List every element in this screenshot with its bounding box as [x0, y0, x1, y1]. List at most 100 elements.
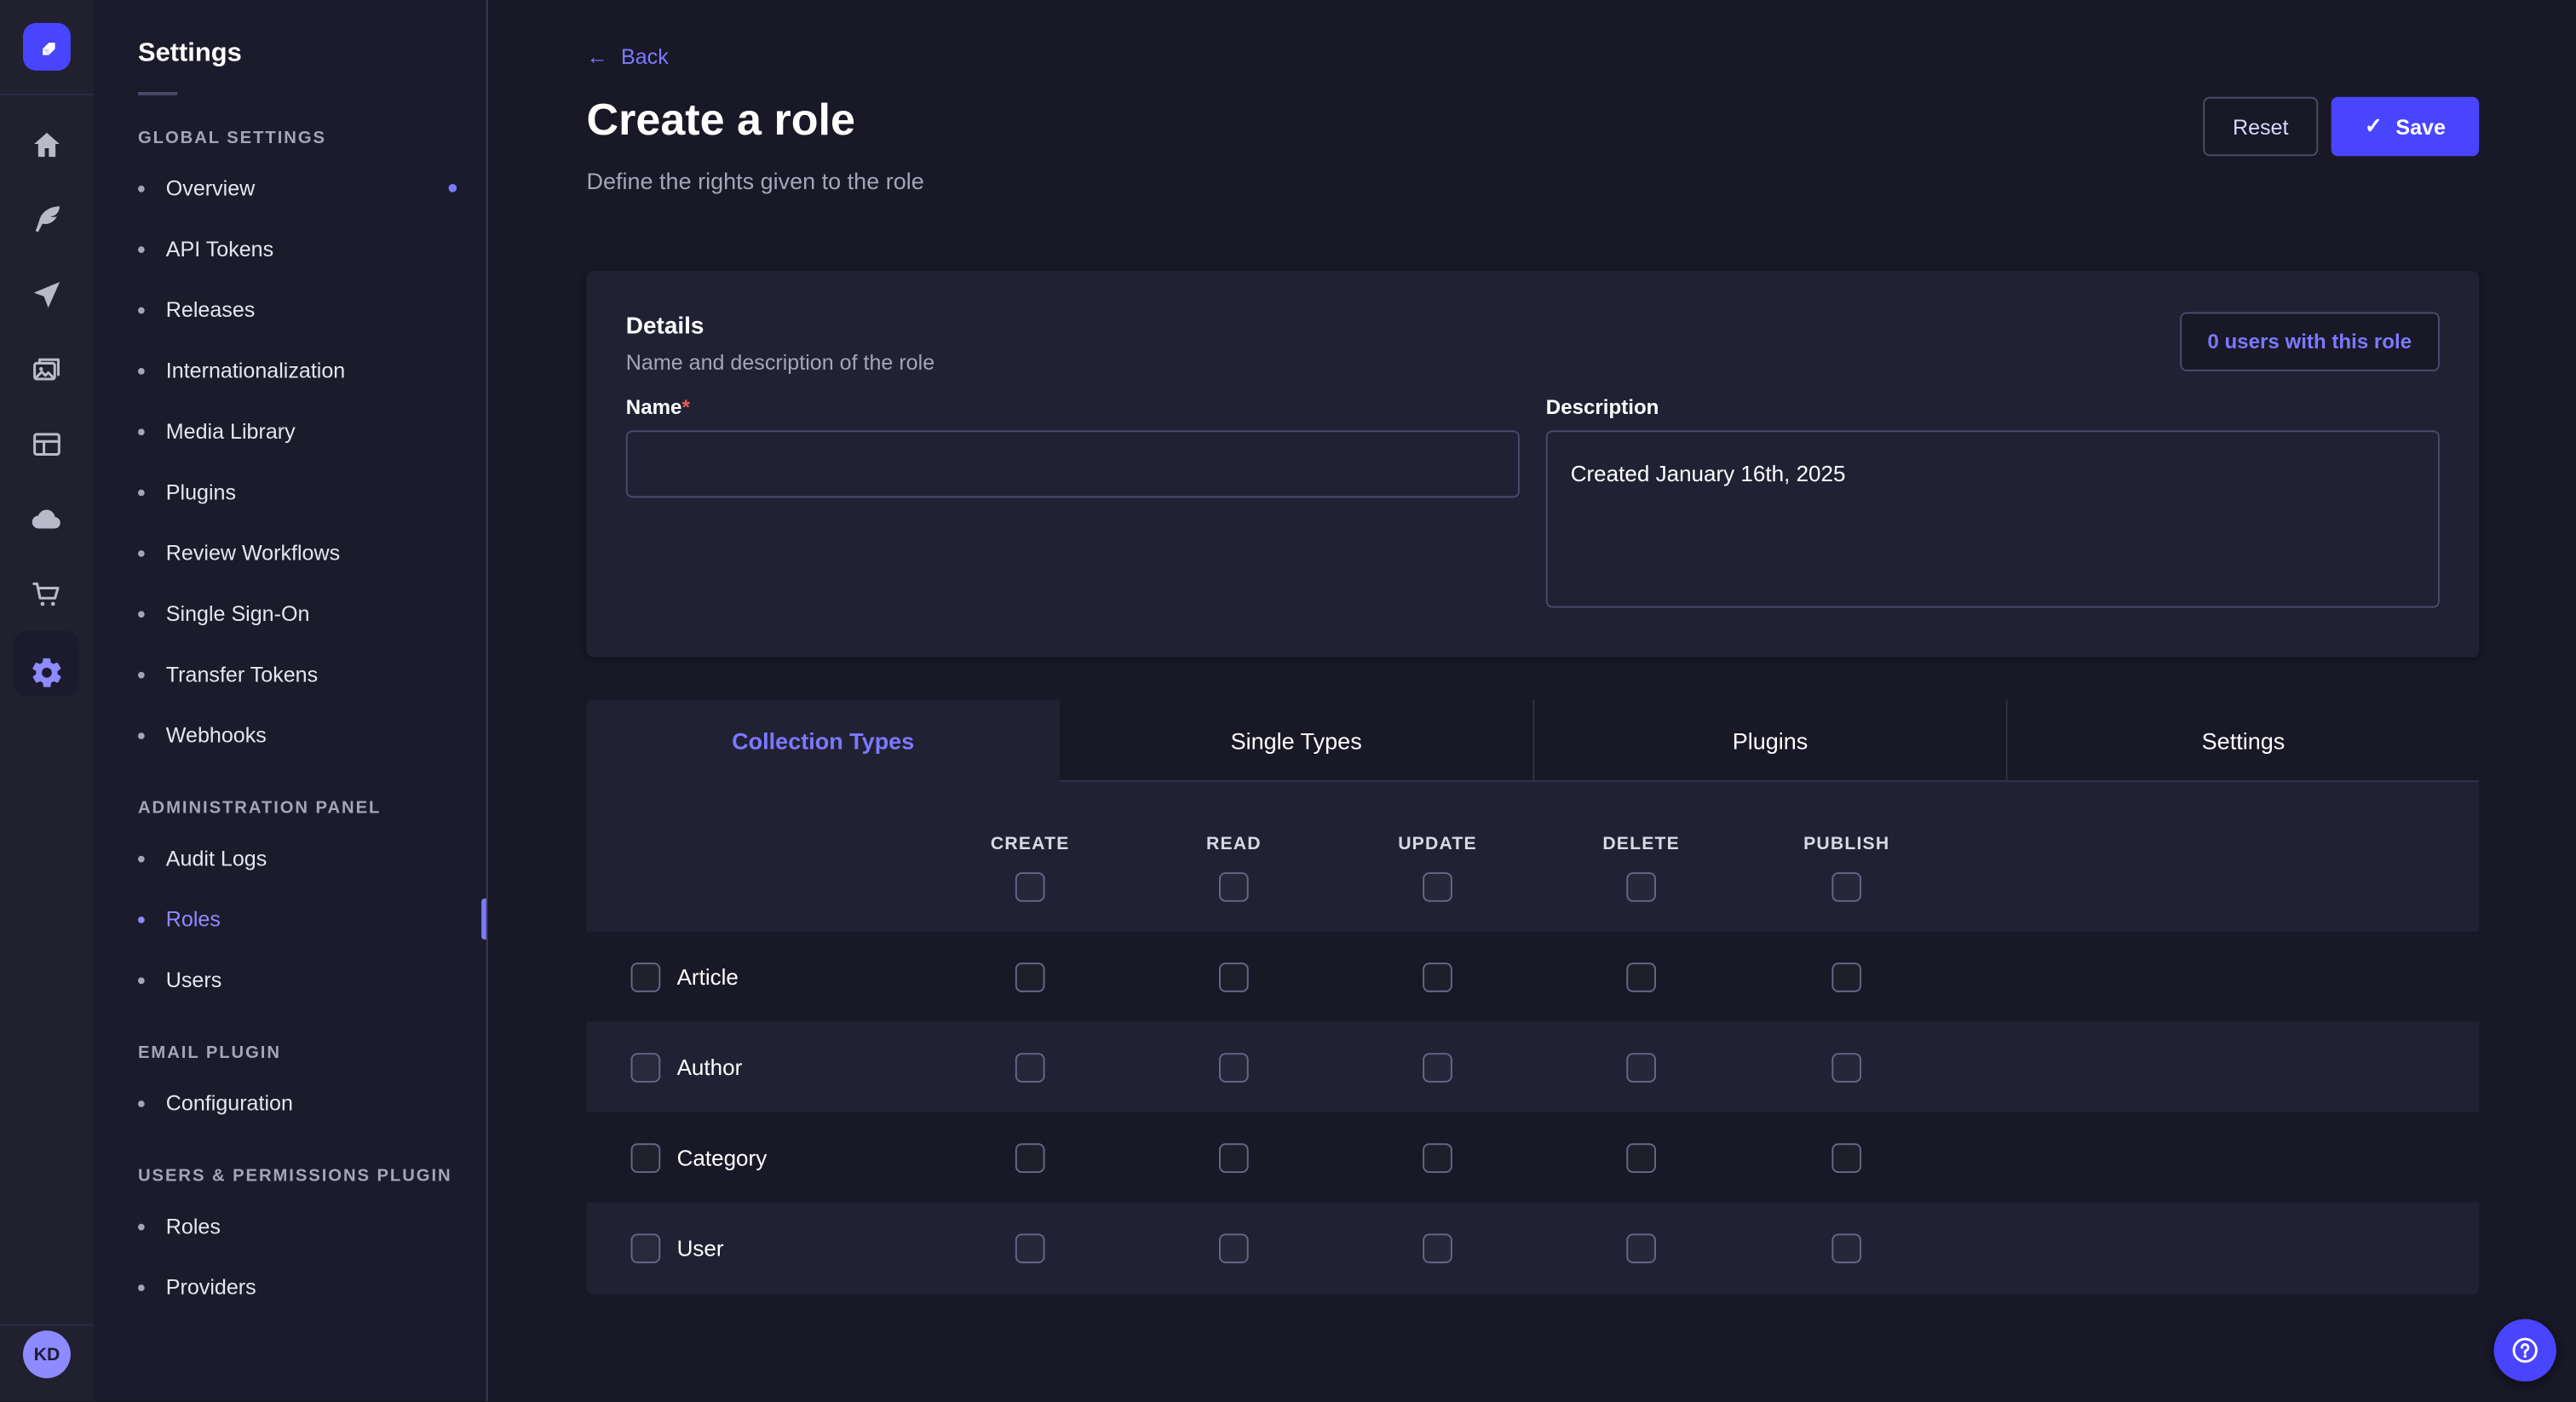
nav-section-administration-panel: ADMINISTRATION PANEL Audit Logs Roles Us…	[94, 798, 486, 1010]
select-all-update-checkbox[interactable]	[1423, 872, 1452, 902]
permission-checkbox-read[interactable]	[1219, 962, 1249, 991]
subnav-item-overview[interactable]: Overview	[94, 158, 486, 218]
reset-button-label: Reset	[2233, 114, 2289, 139]
feather-icon[interactable]	[0, 182, 94, 256]
save-button[interactable]: ✓ Save	[2332, 97, 2480, 156]
row-select-checkbox[interactable]	[631, 1142, 661, 1172]
subnav-item-single-sign-on[interactable]: Single Sign-On	[94, 583, 486, 644]
subnav-item-review-workflows[interactable]: Review Workflows	[94, 522, 486, 583]
table-row-article: Article	[586, 931, 2479, 1021]
permission-checkbox-create[interactable]	[1015, 1052, 1045, 1082]
permissions-tabbar: Collection Types Single Types Plugins Se…	[586, 700, 2479, 782]
layout-icon[interactable]	[0, 407, 94, 481]
bullet-icon	[138, 367, 145, 374]
subnav-item-plugins[interactable]: Plugins	[94, 462, 486, 522]
subnav-divider	[138, 92, 177, 95]
back-label: Back	[621, 44, 669, 69]
select-all-read-checkbox[interactable]	[1219, 872, 1249, 902]
details-card-title: Details	[626, 313, 704, 340]
select-all-delete-checkbox[interactable]	[1626, 872, 1656, 902]
permission-checkbox-create[interactable]	[1015, 1142, 1045, 1172]
permission-checkbox-publish[interactable]	[1831, 1232, 1861, 1262]
tab-plugins[interactable]: Plugins	[1532, 700, 2005, 782]
permission-checkbox-read[interactable]	[1219, 1142, 1249, 1172]
reset-button[interactable]: Reset	[2203, 97, 2318, 156]
permission-checkbox-update[interactable]	[1423, 1232, 1452, 1262]
icon-rail: KD	[0, 0, 94, 1402]
rail-divider-bottom	[0, 1324, 94, 1325]
avatar[interactable]: KD	[23, 1330, 71, 1378]
bullet-icon	[138, 977, 145, 984]
name-field-label: Name*	[626, 396, 690, 419]
subnav-item-webhooks[interactable]: Webhooks	[94, 704, 486, 765]
name-input[interactable]	[626, 430, 1520, 497]
subnav-item-transfer-tokens[interactable]: Transfer Tokens	[94, 644, 486, 704]
row-label: User	[677, 1235, 724, 1260]
subnav-item-releases[interactable]: Releases	[94, 279, 486, 340]
subnav-item-configuration[interactable]: Configuration	[94, 1072, 486, 1133]
tab-settings[interactable]: Settings	[2006, 700, 2479, 782]
strapi-settings-create-role-page: ← Back Create a role Define the rights g…	[0, 0, 2576, 1402]
users-with-role-button[interactable]: 0 users with this role	[2180, 312, 2440, 371]
nav-section-email-plugin: EMAIL PLUGIN Configuration	[94, 1043, 486, 1134]
subnav-item-roles-up[interactable]: Roles	[94, 1196, 486, 1256]
bullet-icon	[138, 489, 145, 496]
back-link[interactable]: ← Back	[586, 44, 668, 69]
column-header-update: UPDATE	[1398, 835, 1477, 854]
tab-collection-types[interactable]: Collection Types	[586, 700, 1059, 782]
column-header-delete: DELETE	[1602, 835, 1680, 854]
avatar-initials: KD	[34, 1345, 60, 1365]
page-subtitle: Define the rights given to the role	[586, 168, 923, 194]
strapi-logo[interactable]	[23, 23, 71, 71]
bullet-icon	[138, 671, 145, 678]
marketplace-cart-icon[interactable]	[0, 557, 94, 631]
media-library-icon[interactable]	[0, 333, 94, 407]
help-button[interactable]	[2494, 1319, 2556, 1382]
home-icon[interactable]	[0, 108, 94, 182]
subnav-item-media-library[interactable]: Media Library	[94, 401, 486, 462]
bullet-icon	[138, 916, 145, 922]
question-mark-icon	[2509, 1334, 2542, 1367]
permission-checkbox-update[interactable]	[1423, 1142, 1452, 1172]
permission-checkbox-create[interactable]	[1015, 1232, 1045, 1262]
bullet-icon	[138, 610, 145, 617]
tab-single-types[interactable]: Single Types	[1060, 700, 1532, 782]
select-all-create-checkbox[interactable]	[1015, 872, 1045, 902]
subnav-item-audit-logs[interactable]: Audit Logs	[94, 828, 486, 888]
select-all-publish-checkbox[interactable]	[1831, 872, 1861, 902]
permission-checkbox-read[interactable]	[1219, 1052, 1249, 1082]
bullet-icon	[138, 549, 145, 556]
required-asterisk: *	[681, 396, 689, 419]
permission-checkbox-update[interactable]	[1423, 1052, 1452, 1082]
permission-checkbox-read[interactable]	[1219, 1232, 1249, 1262]
settings-gear-icon[interactable]	[0, 635, 94, 710]
send-icon[interactable]	[0, 258, 94, 332]
page-title: Create a role	[586, 95, 855, 147]
description-field-label: Description	[1546, 396, 1659, 419]
permission-checkbox-delete[interactable]	[1626, 962, 1656, 991]
permission-checkbox-publish[interactable]	[1831, 1052, 1861, 1082]
permission-checkbox-update[interactable]	[1423, 962, 1452, 991]
subnav-item-internationalization[interactable]: Internationalization	[94, 340, 486, 400]
nav-section-global-settings: GLOBAL SETTINGS Overview API Tokens Rele…	[94, 128, 486, 765]
bullet-icon	[138, 245, 145, 252]
row-select-checkbox[interactable]	[631, 1232, 661, 1262]
permission-checkbox-delete[interactable]	[1626, 1052, 1656, 1082]
row-select-checkbox[interactable]	[631, 1052, 661, 1082]
rail-divider-top	[0, 94, 94, 95]
permission-checkbox-publish[interactable]	[1831, 962, 1861, 991]
nav-section-users-permissions-plugin: USERS & PERMISSIONS PLUGIN Roles Provide…	[94, 1166, 486, 1317]
subnav-item-api-tokens[interactable]: API Tokens	[94, 218, 486, 279]
cloud-icon[interactable]	[0, 483, 94, 557]
permission-checkbox-publish[interactable]	[1831, 1142, 1861, 1172]
table-row-user: User	[586, 1203, 2479, 1293]
permission-checkbox-delete[interactable]	[1626, 1232, 1656, 1262]
row-select-checkbox[interactable]	[631, 962, 661, 991]
bullet-icon	[138, 428, 145, 434]
permission-checkbox-delete[interactable]	[1626, 1142, 1656, 1172]
subnav-item-users[interactable]: Users	[94, 950, 486, 1010]
permission-checkbox-create[interactable]	[1015, 962, 1045, 991]
description-textarea[interactable]: Created January 16th, 2025	[1546, 430, 2440, 607]
subnav-item-providers[interactable]: Providers	[94, 1256, 486, 1317]
subnav-item-roles-admin[interactable]: Roles	[94, 888, 486, 949]
